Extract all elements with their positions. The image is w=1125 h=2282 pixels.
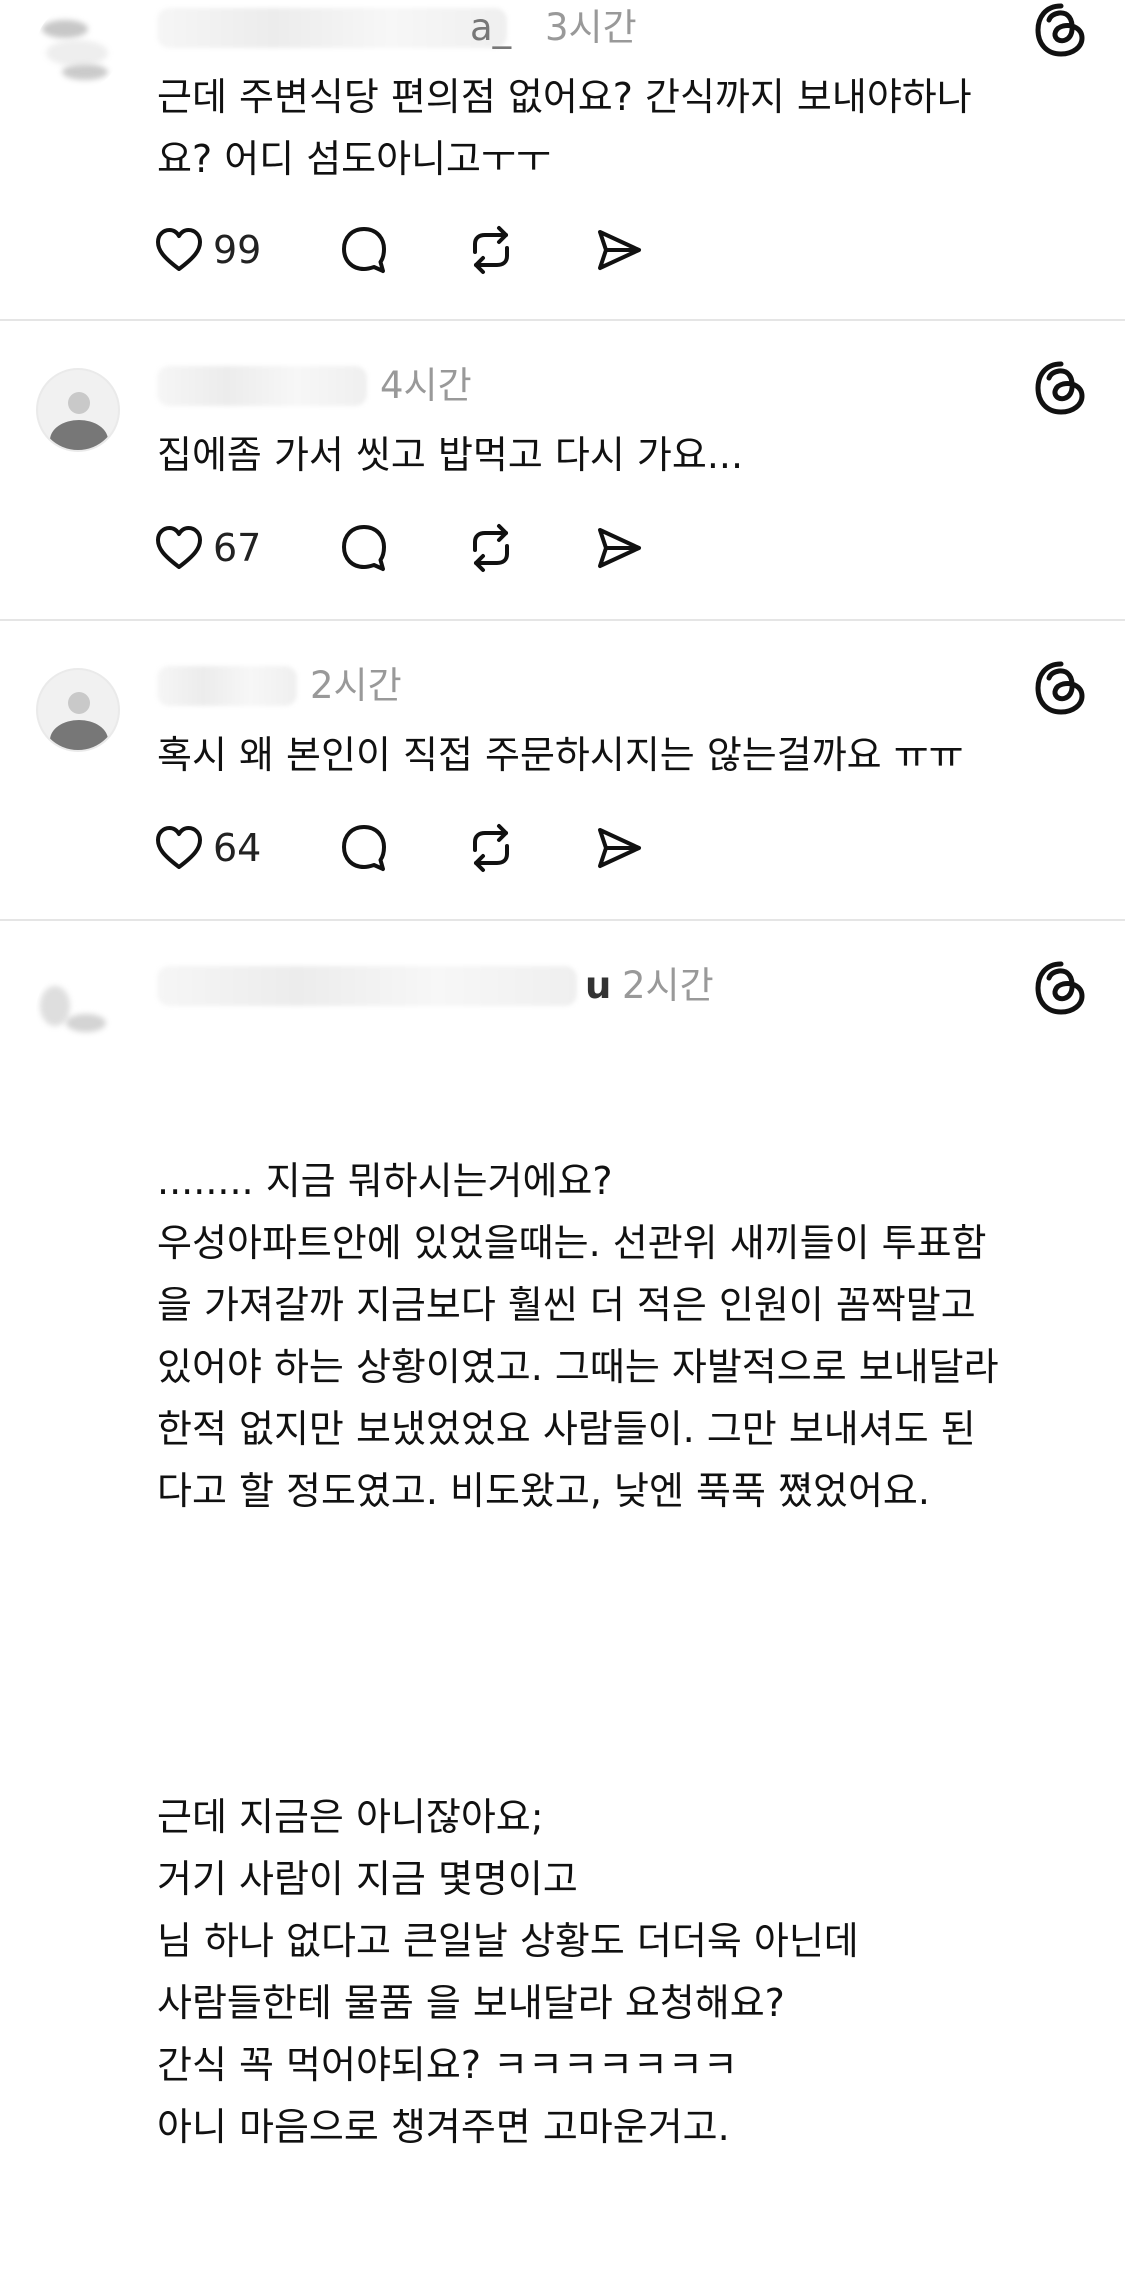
repost-icon xyxy=(473,524,509,572)
reply-button[interactable] xyxy=(338,222,390,278)
reply-post: a_ 3시간 근데 주변식당 편의점 없어요? 간식까지 보내야하나 요? 어디… xyxy=(0,0,1125,320)
speech-bubble-icon xyxy=(342,825,386,871)
username-blurred[interactable] xyxy=(157,966,577,1006)
like-count: 99 xyxy=(213,228,262,272)
timestamp: 2시간 xyxy=(622,964,714,1007)
username-partial: a_ xyxy=(470,6,512,49)
share-button[interactable] xyxy=(593,820,645,876)
heart-icon xyxy=(156,526,202,569)
repost-icon xyxy=(473,824,509,872)
send-icon xyxy=(598,828,641,868)
post-text: 집에좀 가서 씻고 밥먹고 다시 가요... xyxy=(157,433,744,477)
repost-icon xyxy=(473,226,509,274)
post-text: 근데 주변식당 편의점 없어요? 간식까지 보내야하나 요? 어디 섬도아니고ㅜ… xyxy=(157,75,972,181)
like-button[interactable]: 64 xyxy=(153,820,261,876)
avatar[interactable] xyxy=(36,368,120,452)
speech-bubble-icon xyxy=(342,525,386,571)
username-blurred[interactable] xyxy=(157,666,297,706)
action-bar: 67 xyxy=(153,520,753,576)
reply-post: u 2시간 ........ 지금 뭐하시는거에요? 우성아파트안에 있었을때는… xyxy=(0,922,1125,2149)
threads-logo-icon[interactable] xyxy=(1033,660,1089,716)
avatar[interactable] xyxy=(36,668,120,752)
username-blurred[interactable] xyxy=(157,366,367,406)
send-icon xyxy=(598,230,641,270)
post-text-paragraph: ........ 지금 뭐하시는거에요? 우성아파트안에 있었을때는. 선관위 … xyxy=(157,1159,999,1513)
repost-button[interactable] xyxy=(465,222,517,278)
post-divider xyxy=(0,619,1125,621)
share-button[interactable] xyxy=(593,222,645,278)
avatar[interactable] xyxy=(36,6,120,90)
like-button[interactable]: 99 xyxy=(153,222,261,278)
timestamp: 4시간 xyxy=(380,364,472,407)
share-button[interactable] xyxy=(593,520,645,576)
reply-button[interactable] xyxy=(338,520,390,576)
post-text: ........ 지금 뭐하시는거에요? 우성아파트안에 있었을때는. 선관위 … xyxy=(157,1026,1087,2282)
send-icon xyxy=(598,528,641,568)
speech-bubble-icon xyxy=(342,227,386,273)
action-bar: 64 xyxy=(153,820,753,876)
avatar[interactable] xyxy=(36,968,120,1052)
username-blurred[interactable] xyxy=(157,8,507,48)
post-divider xyxy=(0,919,1125,921)
reply-post: 2시간 혹시 왜 본인이 직접 주문하시지는 않는걸까요 ㅠㅠ 64 xyxy=(0,622,1125,920)
heart-icon xyxy=(156,826,202,869)
threads-logo-icon[interactable] xyxy=(1033,360,1089,416)
heart-icon xyxy=(156,228,202,271)
like-count: 67 xyxy=(213,526,262,570)
reply-button[interactable] xyxy=(338,820,390,876)
like-count: 64 xyxy=(213,826,262,870)
repost-button[interactable] xyxy=(465,820,517,876)
reply-post: 4시간 집에좀 가서 씻고 밥먹고 다시 가요... 67 xyxy=(0,322,1125,620)
timestamp: 2시간 xyxy=(310,664,402,707)
threads-logo-icon[interactable] xyxy=(1033,2,1089,58)
timestamp: 3시간 xyxy=(545,6,637,49)
repost-button[interactable] xyxy=(465,520,517,576)
post-divider xyxy=(0,319,1125,321)
like-button[interactable]: 67 xyxy=(153,520,261,576)
threads-logo-icon[interactable] xyxy=(1033,960,1089,1016)
post-text: 혹시 왜 본인이 직접 주문하시지는 않는걸까요 ㅠㅠ xyxy=(157,733,964,777)
post-text-paragraph: 근데 지금은 아니잖아요; 거기 사람이 지금 몇명이고 님 하나 없다고 큰일… xyxy=(157,1795,859,2149)
username-partial: u xyxy=(585,964,612,1007)
action-bar: 99 xyxy=(153,222,753,278)
